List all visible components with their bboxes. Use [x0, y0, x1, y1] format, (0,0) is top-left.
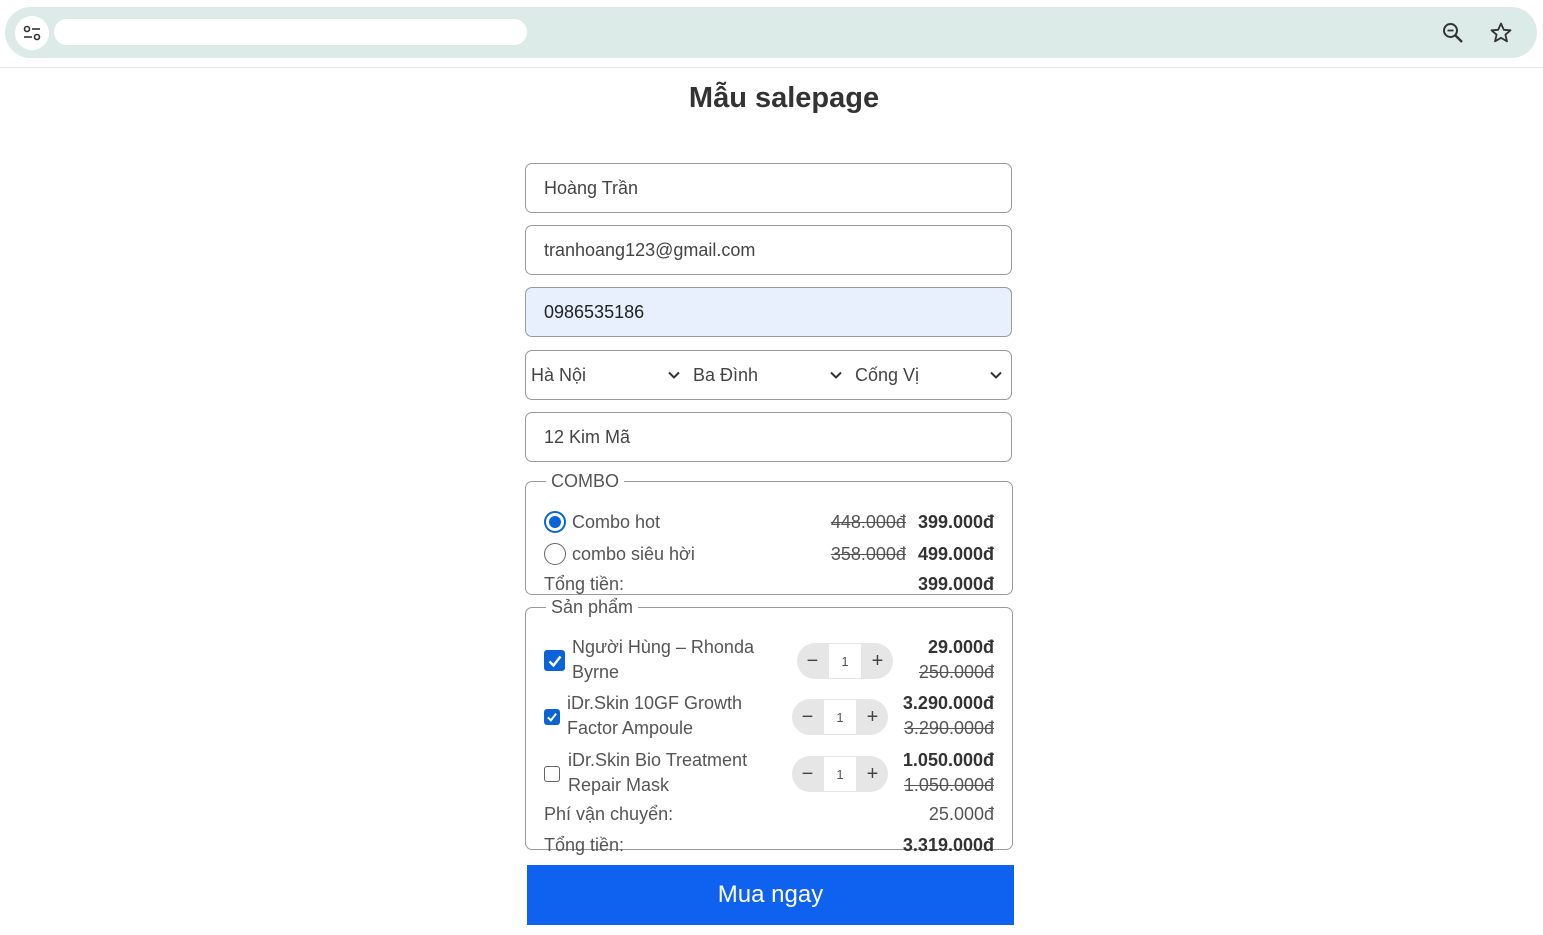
decrement-button[interactable]: − [797, 643, 828, 679]
product-price: 29.000đ [927, 637, 994, 657]
combo-price: 499.000đ [917, 543, 994, 564]
page-title: Mẫu salepage [688, 82, 880, 114]
shipping-value: 25.000đ [928, 804, 994, 824]
increment-button[interactable]: + [862, 643, 893, 679]
product-price: 1.050.000đ [902, 750, 994, 770]
checkmark-icon [547, 713, 557, 722]
radio-selected[interactable] [544, 511, 566, 533]
combo-price: 399.000đ [917, 511, 994, 532]
quantity-value[interactable]: 1 [828, 643, 862, 679]
address-bar[interactable] [5, 7, 1537, 58]
browser-toolbar [0, 0, 1543, 68]
checkmark-icon [548, 655, 561, 667]
zoom-out-icon[interactable] [1439, 19, 1467, 47]
decrement-button[interactable]: − [792, 699, 823, 735]
product-price: 3.290.000đ [902, 693, 994, 713]
decrement-button[interactable]: − [792, 756, 823, 792]
product-old-price: 250.000đ [918, 662, 994, 682]
tune-icon[interactable] [15, 16, 49, 50]
quantity-value[interactable]: 1 [823, 699, 857, 735]
increment-button[interactable]: + [857, 756, 888, 792]
district-value: Ba Đình [693, 364, 759, 385]
name-input[interactable] [525, 163, 1012, 213]
email-input[interactable] [525, 225, 1012, 275]
product-price-block: 29.000đ 250.000đ [919, 635, 994, 685]
quantity-stepper: − 1 + [792, 756, 888, 792]
address-select-group: Hà Nội Ba Đình Cống Vị [525, 350, 1012, 400]
address-input[interactable] [525, 412, 1012, 462]
combo-total-label: Tổng tiền: [544, 574, 625, 594]
ward-select[interactable]: Cống Vị [851, 351, 1011, 399]
combo-old-price: 358.000đ [830, 543, 906, 564]
ward-value: Cống Vị [855, 364, 920, 385]
combo-total-row: Tổng tiền: 399.000đ [544, 574, 994, 595]
combo-old-price: 448.000đ [830, 511, 906, 532]
product-price-block: 1.050.000đ 1.050.000đ [903, 748, 994, 798]
combo-box: COMBO Combo hot 448.000đ 399.000đ combo … [525, 471, 1013, 595]
product-checkbox[interactable] [544, 650, 565, 671]
combo-total-value: 399.000đ [917, 574, 994, 594]
chevron-down-icon [668, 371, 680, 379]
shipping-label: Phí vận chuyển: [544, 804, 674, 824]
products-box: Sản phẩm Người Hùng – Rhonda Byrne − 1 +… [525, 597, 1013, 855]
product-name: iDr.Skin 10GF Growth Factor Ampoule [567, 693, 743, 738]
url-field[interactable] [54, 19, 527, 45]
products-total-value: 3.319.000đ [902, 835, 994, 855]
products-total-row: Tổng tiền: 3.319.000đ [544, 835, 994, 856]
product-checkbox[interactable] [544, 766, 560, 782]
increment-button[interactable]: + [857, 699, 888, 735]
quantity-stepper: − 1 + [797, 643, 893, 679]
combo-option-label: Combo hot [572, 511, 661, 532]
product-name: Người Hùng – Rhonda Byrne [572, 637, 754, 682]
product-old-price: 3.290.000đ [903, 718, 994, 738]
chevron-down-icon [990, 371, 1002, 379]
radio-unselected[interactable] [544, 543, 566, 565]
district-select[interactable]: Ba Đình [689, 351, 851, 399]
shipping-row: Phí vận chuyển: 25.000đ [544, 804, 994, 825]
star-icon[interactable] [1487, 19, 1515, 47]
product-old-price: 1.050.000đ [903, 775, 994, 795]
chevron-down-icon [830, 371, 842, 379]
products-total-label: Tổng tiền: [544, 835, 625, 855]
quantity-stepper: − 1 + [792, 699, 888, 735]
combo-option[interactable]: combo siêu hời 358.000đ 499.000đ [544, 543, 994, 565]
combo-legend: COMBO [551, 471, 620, 491]
province-value: Hà Nội [531, 364, 587, 385]
combo-option-label: combo siêu hời [572, 543, 695, 564]
combo-option[interactable]: Combo hot 448.000đ 399.000đ [544, 511, 994, 533]
quantity-value[interactable]: 1 [823, 756, 857, 792]
buy-now-button[interactable]: Mua ngay [527, 865, 1014, 925]
products-legend: Sản phẩm [551, 597, 634, 617]
product-checkbox[interactable] [544, 709, 560, 725]
product-price-block: 3.290.000đ 3.290.000đ [903, 691, 994, 741]
province-select[interactable]: Hà Nội [526, 351, 689, 399]
product-name: iDr.Skin Bio Treatment Repair Mask [568, 750, 748, 795]
phone-input[interactable] [525, 287, 1012, 337]
